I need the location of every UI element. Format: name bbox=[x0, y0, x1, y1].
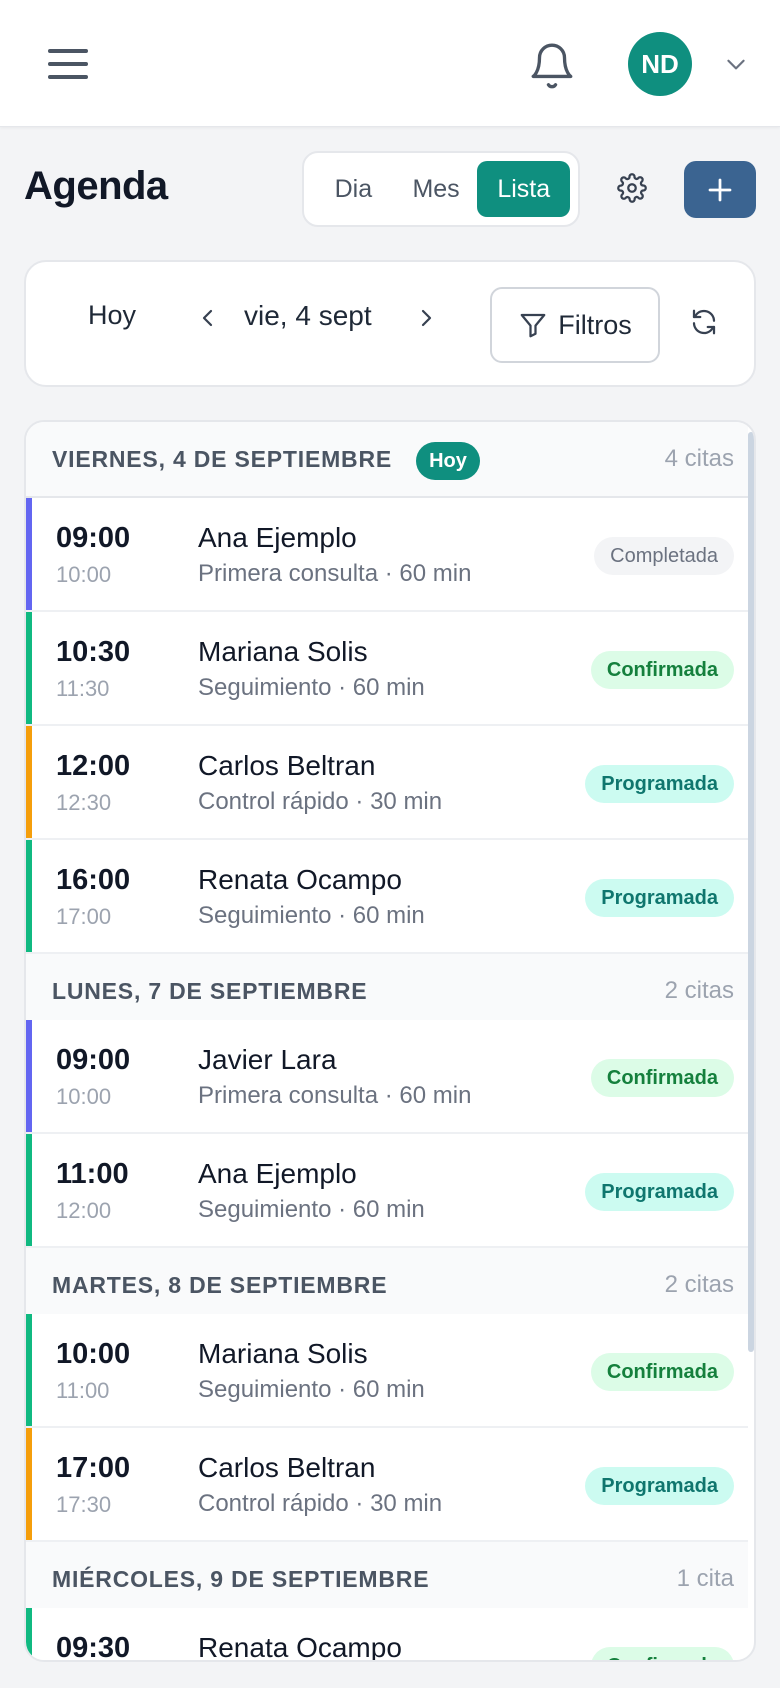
status-color-bar bbox=[26, 1428, 32, 1540]
view-switcher: Dia Mes Lista bbox=[302, 151, 580, 227]
patient-name: Ana Ejemplo bbox=[198, 522, 357, 553]
status-color-bar bbox=[26, 726, 32, 838]
appointment-count: 4 citas bbox=[664, 445, 734, 472]
view-tab-dia[interactable]: Dia bbox=[312, 161, 395, 217]
appointment-detail: Seguimiento · 60 min bbox=[198, 902, 425, 929]
status-badge: Completada bbox=[594, 537, 734, 575]
patient-name: Renata Ocampo bbox=[198, 1632, 402, 1662]
status-badge: Confirmada bbox=[590, 651, 734, 689]
end-time: 11:30 bbox=[56, 676, 110, 701]
gear-icon[interactable] bbox=[608, 164, 656, 212]
appointment-detail: Primera consulta · 60 min bbox=[198, 1082, 472, 1109]
appointment-detail: Primera consulta · 60 min bbox=[198, 560, 472, 587]
appointment-count: 2 citas bbox=[664, 1271, 734, 1298]
end-time: 12:00 bbox=[56, 1198, 112, 1223]
scrollbar[interactable] bbox=[746, 422, 754, 1660]
add-appointment-button[interactable] bbox=[684, 161, 756, 218]
menu-icon[interactable] bbox=[40, 38, 96, 90]
status-color-bar bbox=[26, 1020, 32, 1132]
start-time: 09:00 bbox=[56, 1044, 131, 1076]
start-time: 09:00 bbox=[56, 522, 131, 554]
view-tab-lista[interactable]: Lista bbox=[477, 161, 570, 217]
start-time: 09:30 bbox=[56, 1632, 131, 1662]
start-time: 10:00 bbox=[56, 1338, 131, 1370]
view-tab-mes[interactable]: Mes bbox=[395, 161, 478, 217]
filters-label: Filtros bbox=[558, 309, 632, 340]
scrollbar-thumb[interactable] bbox=[748, 432, 754, 1352]
status-color-bar bbox=[26, 498, 32, 610]
patient-name: Renata Ocampo bbox=[198, 864, 402, 895]
appointment-row[interactable]: 10:30 11:30 Mariana Solis Seguimiento · … bbox=[26, 612, 748, 726]
day-group-header: MIÉRCOLES, 9 DE SEPTIEMBRE 1 cita bbox=[26, 1542, 748, 1618]
status-color-bar bbox=[26, 840, 32, 952]
end-time: 12:30 bbox=[56, 790, 112, 815]
refresh-icon[interactable] bbox=[682, 300, 726, 344]
patient-name: Carlos Beltran bbox=[198, 750, 376, 781]
appointment-row[interactable]: 16:00 17:00 Renata Ocampo Seguimiento · … bbox=[26, 840, 748, 954]
patient-name: Mariana Solis bbox=[198, 636, 368, 667]
plus-icon bbox=[708, 178, 732, 201]
patient-name: Mariana Solis bbox=[198, 1338, 368, 1369]
appointment-row[interactable]: 10:00 11:00 Mariana Solis Seguimiento · … bbox=[26, 1314, 748, 1428]
end-time: 10:00 bbox=[56, 1084, 112, 1109]
today-button[interactable]: Hoy bbox=[88, 300, 136, 331]
appointment-row[interactable]: 09:00 10:00 Ana Ejemplo Primera consulta… bbox=[26, 498, 748, 612]
patient-name: Ana Ejemplo bbox=[198, 1158, 357, 1189]
status-color-bar bbox=[26, 612, 32, 724]
top-bar: ND bbox=[0, 0, 780, 127]
bell-icon[interactable] bbox=[524, 38, 580, 94]
end-time: 10:00 bbox=[56, 562, 112, 587]
end-time: 17:00 bbox=[56, 904, 112, 929]
start-time: 16:00 bbox=[56, 864, 131, 896]
day-title: MIÉRCOLES, 9 DE SEPTIEMBRE bbox=[52, 1565, 430, 1592]
today-badge: Hoy bbox=[416, 442, 480, 480]
appointment-row[interactable]: 17:00 17:30 Carlos Beltran Control rápid… bbox=[26, 1428, 748, 1542]
day-title: MARTES, 8 DE SEPTIEMBRE bbox=[52, 1271, 388, 1298]
end-time: 17:30 bbox=[56, 1492, 112, 1517]
appointment-row[interactable]: 09:00 10:00 Javier Lara Primera consulta… bbox=[26, 1020, 748, 1134]
appointment-detail: Seguimiento · 60 min bbox=[198, 1196, 425, 1223]
status-color-bar bbox=[26, 1314, 32, 1426]
filters-button[interactable]: Filtros bbox=[490, 287, 660, 363]
page-title: Agenda bbox=[24, 164, 168, 208]
chevron-right-icon[interactable] bbox=[408, 298, 444, 338]
status-color-bar bbox=[26, 1608, 32, 1660]
start-time: 17:00 bbox=[56, 1452, 131, 1484]
avatar[interactable]: ND bbox=[628, 32, 692, 96]
appointment-list[interactable]: VIERNES, 4 DE SEPTIEMBRE Hoy 4 citas 09:… bbox=[24, 420, 756, 1662]
appointment-count: 1 cita bbox=[676, 1565, 734, 1592]
appointment-detail: Seguimiento · 60 min bbox=[198, 1376, 425, 1403]
filter-icon bbox=[520, 313, 546, 338]
status-color-bar bbox=[26, 1134, 32, 1246]
appointment-count: 2 citas bbox=[664, 977, 734, 1004]
status-badge: Programada bbox=[585, 765, 734, 803]
patient-name: Javier Lara bbox=[198, 1044, 337, 1075]
start-time: 12:00 bbox=[56, 750, 131, 782]
date-navigator: Hoy vie, 4 sept Filtros bbox=[24, 260, 756, 387]
appointment-row[interactable]: 11:00 12:00 Ana Ejemplo Seguimiento · 60… bbox=[26, 1134, 748, 1248]
day-group-header: LUNES, 7 DE SEPTIEMBRE 2 citas bbox=[26, 954, 748, 1030]
day-title: VIERNES, 4 DE SEPTIEMBRE bbox=[52, 445, 392, 472]
appointment-row[interactable]: 12:00 12:30 Carlos Beltran Control rápid… bbox=[26, 726, 748, 840]
status-badge: Confirmada bbox=[590, 1059, 734, 1097]
chevron-down-icon[interactable] bbox=[720, 48, 752, 80]
chevron-left-icon[interactable] bbox=[190, 298, 226, 338]
appointment-detail: Control rápido · 30 min bbox=[198, 788, 443, 815]
current-date-label: vie, 4 sept bbox=[244, 300, 372, 331]
status-badge: Programada bbox=[585, 1173, 734, 1211]
status-badge: Confirmada bbox=[590, 1647, 734, 1660]
start-time: 10:30 bbox=[56, 636, 131, 668]
appointment-detail: Control rápido · 30 min bbox=[198, 1490, 443, 1517]
day-group-header: MARTES, 8 DE SEPTIEMBRE 2 citas bbox=[26, 1248, 748, 1324]
start-time: 11:00 bbox=[56, 1158, 129, 1190]
day-title: LUNES, 7 DE SEPTIEMBRE bbox=[52, 977, 368, 1004]
status-badge: Confirmada bbox=[590, 1353, 734, 1391]
end-time: 11:00 bbox=[56, 1378, 110, 1403]
status-badge: Programada bbox=[585, 1467, 734, 1505]
status-badge: Programada bbox=[585, 879, 734, 917]
patient-name: Carlos Beltran bbox=[198, 1452, 376, 1483]
appointment-row[interactable]: 09:30 Renata Ocampo Confirmada bbox=[26, 1608, 748, 1662]
appointment-detail: Seguimiento · 60 min bbox=[198, 674, 425, 701]
day-group-header: VIERNES, 4 DE SEPTIEMBRE Hoy 4 citas bbox=[26, 422, 748, 498]
